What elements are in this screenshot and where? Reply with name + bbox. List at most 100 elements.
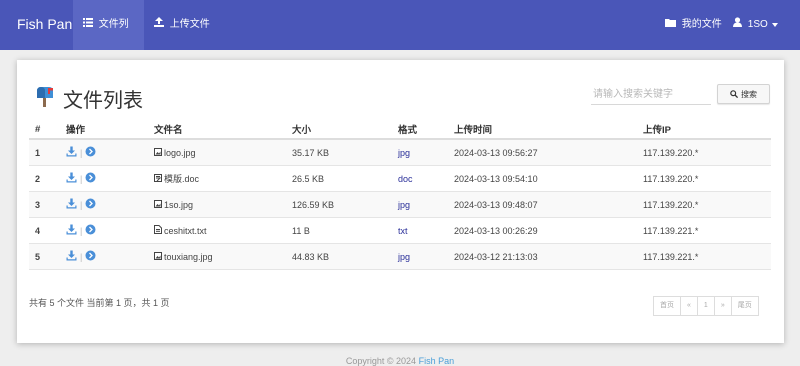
user-icon <box>733 0 742 50</box>
nav-upload[interactable]: 上传文件 <box>144 0 220 50</box>
folder-icon <box>665 0 676 50</box>
row-upload-ip: 117.139.220.* <box>637 191 771 218</box>
row-actions: | <box>60 139 148 166</box>
row-filename[interactable]: 1so.jpg <box>164 200 193 210</box>
action-separator: | <box>80 173 83 184</box>
column-header-number: # <box>29 120 60 140</box>
pagination-first[interactable]: 首页 <box>653 296 681 316</box>
text-file-icon <box>154 225 162 236</box>
copyright-text: Copyright © 2024 <box>345 356 419 366</box>
row-filename[interactable]: 模版.doc <box>164 172 199 185</box>
navbar: Fish Pan 文件列表 上传文件 我的文件 1SO <box>0 0 800 81</box>
column-header-filename: 文件名 <box>148 120 286 140</box>
image-icon <box>154 199 162 210</box>
pagination: 首页 « 1 » 尾页 <box>653 296 759 316</box>
nav-file-list[interactable]: 文件列表 <box>73 0 144 81</box>
column-header-upload-ip: 上传IP <box>637 120 771 140</box>
download-icon[interactable] <box>66 224 77 237</box>
row-upload-time: 2024-03-13 09:56:27 <box>448 139 637 166</box>
row-number: 1 <box>29 139 60 166</box>
pagination-prev[interactable]: « <box>680 296 698 316</box>
row-size: 126.59 KB <box>286 191 392 218</box>
action-separator: | <box>80 225 83 236</box>
row-filename-cell: ceshitxt.txt <box>148 217 286 244</box>
row-number: 2 <box>29 165 60 192</box>
row-filename[interactable]: ceshitxt.txt <box>164 226 207 236</box>
row-size: 35.17 KB <box>286 139 392 166</box>
footer: Copyright © 2024 Fish Pan <box>0 356 800 366</box>
row-number: 4 <box>29 217 60 244</box>
row-filename-cell: 模版.doc <box>148 165 286 192</box>
user-menu[interactable]: 1SO <box>723 0 791 50</box>
action-separator: | <box>80 199 83 210</box>
row-actions: | <box>60 217 148 244</box>
download-icon[interactable] <box>66 250 77 263</box>
row-size: 26.5 KB <box>286 165 392 192</box>
mailbox-icon <box>35 87 55 112</box>
column-header-actions: 操作 <box>60 120 148 140</box>
row-actions: | <box>60 165 148 192</box>
image-icon <box>154 147 162 158</box>
row-format[interactable]: doc <box>398 174 413 184</box>
caret-down-icon <box>771 0 778 50</box>
detail-icon[interactable] <box>85 146 96 159</box>
footer-link[interactable]: Fish Pan <box>419 356 455 366</box>
pagination-current[interactable]: 1 <box>696 296 715 316</box>
row-upload-ip: 117.139.220.* <box>637 165 771 192</box>
table-row: 2 | 模版.doc 26.5 KB doc 2024-03-13 09:54:10 117… <box>29 165 771 192</box>
row-format[interactable]: jpg <box>398 148 410 158</box>
list-icon <box>83 0 93 50</box>
row-upload-time: 2024-03-13 00:26:29 <box>448 217 637 244</box>
detail-icon[interactable] <box>85 198 96 211</box>
file-list-card: 文件列表 搜索 # 操作 文件名 大小 格式 上传时间 上传IP 1 | logo.… <box>17 60 784 343</box>
file-count-summary: 共有 5 个文件 当前第 1 页，共 1 页 <box>29 298 170 308</box>
row-upload-ip: 117.139.220.* <box>637 139 771 166</box>
detail-icon[interactable] <box>85 172 96 185</box>
row-number: 5 <box>29 243 60 270</box>
search-button[interactable]: 搜索 <box>717 84 770 104</box>
document-icon <box>154 173 162 184</box>
table-header-row: # 操作 文件名 大小 格式 上传时间 上传IP <box>29 120 771 140</box>
row-format-cell: txt <box>392 217 448 244</box>
brand-logo[interactable]: Fish Pan <box>17 16 72 32</box>
column-header-size: 大小 <box>286 120 392 140</box>
download-icon[interactable] <box>66 172 77 185</box>
search-input[interactable] <box>591 84 711 105</box>
table-row: 1 | logo.jpg 35.17 KB jpg 2024-03-13 09:56:27… <box>29 139 771 166</box>
row-format[interactable]: jpg <box>398 252 410 262</box>
pagination-last[interactable]: 尾页 <box>730 296 759 316</box>
table-row: 5 | touxiang.jpg 44.83 KB jpg 2024-03-12 21:1… <box>29 243 771 270</box>
image-icon <box>154 251 162 262</box>
row-actions: | <box>60 191 148 218</box>
download-icon[interactable] <box>66 198 77 211</box>
detail-icon[interactable] <box>85 224 96 237</box>
detail-icon[interactable] <box>85 250 96 263</box>
row-actions: | <box>60 243 148 270</box>
row-format[interactable]: txt <box>398 226 408 236</box>
action-separator: | <box>80 251 83 262</box>
table-row: 4 | ceshitxt.txt 11 B txt 2024-03-13 00:26:29… <box>29 217 771 244</box>
row-format-cell: doc <box>392 165 448 192</box>
row-number: 3 <box>29 191 60 218</box>
search-icon <box>730 90 738 98</box>
nav-upload-label: 上传文件 <box>169 19 210 30</box>
row-filename-cell: 1so.jpg <box>148 191 286 218</box>
nav-my-files-label: 我的文件 <box>681 19 722 30</box>
column-header-format: 格式 <box>392 120 448 140</box>
row-upload-ip: 117.139.221.* <box>637 217 771 244</box>
upload-icon <box>154 0 164 50</box>
row-upload-time: 2024-03-12 21:13:03 <box>448 243 637 270</box>
user-name: 1SO <box>747 19 768 30</box>
row-upload-ip: 117.139.221.* <box>637 243 771 270</box>
file-table: # 操作 文件名 大小 格式 上传时间 上传IP 1 | logo.jpg 35.17… <box>29 120 771 270</box>
download-icon[interactable] <box>66 146 77 159</box>
search-button-label: 搜索 <box>741 89 757 99</box>
page-title: 文件列表 <box>63 90 143 112</box>
row-filename[interactable]: touxiang.jpg <box>164 252 213 262</box>
row-size: 44.83 KB <box>286 243 392 270</box>
action-separator: | <box>80 147 83 158</box>
pagination-next[interactable]: » <box>713 296 732 316</box>
row-filename[interactable]: logo.jpg <box>164 148 196 158</box>
nav-my-files[interactable]: 我的文件 <box>655 0 732 50</box>
row-format[interactable]: jpg <box>398 200 410 210</box>
